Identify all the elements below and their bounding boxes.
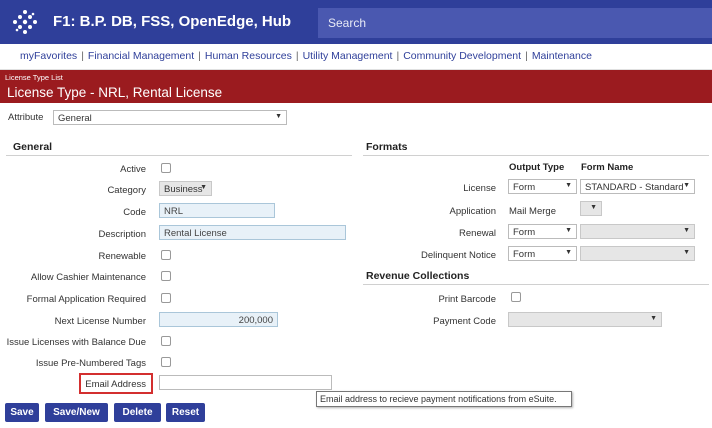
output-type-header: Output Type [509,162,565,173]
chevron-down-icon: ▼ [200,184,207,191]
issue-pre-numbered-tags-checkbox[interactable] [161,357,171,367]
email-address-input[interactable] [159,375,332,390]
renewable-label: Renewable [98,251,146,262]
renewal-form-name-select[interactable]: ▼ [580,224,695,239]
general-heading: General [13,141,53,153]
email-address-label: Email Address [85,379,146,390]
delinquent-form-name-select[interactable]: ▼ [580,246,695,261]
license-form-name-select[interactable]: STANDARD - Standard ▼ [580,179,695,194]
attribute-select[interactable]: General ▼ [53,110,287,125]
chevron-down-icon: ▼ [683,182,690,189]
chevron-down-icon: ▼ [683,227,690,234]
delete-button[interactable]: Delete [114,403,161,422]
renewable-checkbox[interactable] [161,250,171,260]
description-label: Description [98,229,146,240]
page-title: License Type - NRL, Rental License [7,85,223,100]
app-title: F1: B.P. DB, FSS, OpenEdge, Hub [53,13,292,30]
active-label: Active [120,164,146,175]
nav-item-community-development[interactable]: Community Development [403,50,521,62]
delinquent-output-type-value: Form [513,249,536,260]
license-output-type-value: Form [513,182,536,193]
issue-balance-due-checkbox[interactable] [161,336,171,346]
nav-separator: | [295,50,299,62]
form-name-header: Form Name [581,162,634,173]
nav-item-utility-management[interactable]: Utility Management [303,50,393,62]
delinquent-output-type-select[interactable]: Form ▼ [508,246,577,261]
top-header: F1: B.P. DB, FSS, OpenEdge, Hub Search [0,0,712,44]
nav-separator: | [198,50,201,62]
application-format-label: Application [449,206,496,217]
save-new-button[interactable]: Save/New [45,403,108,422]
breadcrumb[interactable]: License Type List [5,73,63,82]
nav-separator: | [81,50,84,62]
chevron-down-icon: ▼ [683,249,690,256]
nav-separator: | [525,50,528,62]
license-form-name-value: STANDARD - Standard [585,182,684,193]
category-select[interactable]: Business ▼ [159,181,212,196]
print-barcode-checkbox[interactable] [511,292,521,302]
next-license-number-input[interactable]: 200,000 [159,312,278,327]
code-input[interactable]: NRL [159,203,275,218]
chevron-down-icon: ▼ [565,182,572,189]
category-label: Category [107,185,146,196]
issue-balance-due-label: Issue Licenses with Balance Due [6,337,146,348]
payment-code-label: Payment Code [433,316,496,327]
category-select-value: Business [164,184,203,195]
active-checkbox[interactable] [161,163,171,173]
next-license-number-label: Next License Number [54,316,146,327]
chevron-down-icon: ▼ [565,227,572,234]
payment-code-select[interactable]: ▼ [508,312,662,327]
chevron-down-icon: ▼ [590,204,597,211]
save-button[interactable]: Save [5,403,39,422]
application-output-type-value: Mail Merge [509,206,556,217]
revenue-divider [363,284,709,285]
search-input[interactable]: Search [318,8,712,38]
allow-cashier-maintenance-label: Allow Cashier Maintenance [30,272,146,283]
delinquent-notice-label: Delinquent Notice [421,250,496,261]
attribute-label: Attribute [8,112,44,123]
print-barcode-label: Print Barcode [438,294,496,305]
general-divider [6,155,352,156]
nav-item-maintenance[interactable]: Maintenance [532,50,592,62]
chevron-down-icon: ▼ [650,315,657,322]
formal-application-required-checkbox[interactable] [161,293,171,303]
attribute-select-value: General [58,113,92,124]
formal-application-required-label: Formal Application Required [26,294,146,305]
nav-item-myfavorites[interactable]: myFavorites [20,50,77,62]
nav-separator: | [396,50,400,62]
chevron-down-icon: ▼ [275,113,282,120]
nav-item-financial-management[interactable]: Financial Management [88,50,194,62]
renewal-format-label: Renewal [459,228,496,239]
reset-button[interactable]: Reset [166,403,205,422]
issue-pre-numbered-tags-label: Issue Pre-Numbered Tags [35,358,146,369]
description-input[interactable]: Rental License [159,225,346,240]
license-output-type-select[interactable]: Form ▼ [508,179,577,194]
chevron-down-icon: ▼ [565,249,572,256]
application-form-name-select[interactable]: ▼ [580,201,602,216]
main-nav: myFavorites | Financial Management | Human R… [0,44,712,70]
diamond-dots-logo-icon[interactable] [12,9,38,35]
license-format-label: License [463,183,496,194]
formats-heading: Formats [366,141,408,153]
email-tooltip: Email address to recieve payment notific… [316,391,572,407]
code-label: Code [123,207,146,218]
title-bar: License Type List License Type - NRL, Re… [0,70,712,103]
renewal-output-type-select[interactable]: Form ▼ [508,224,577,239]
nav-item-human-resources[interactable]: Human Resources [205,50,292,62]
formats-divider [363,155,709,156]
revenue-collections-heading: Revenue Collections [366,270,470,282]
renewal-output-type-value: Form [513,227,536,238]
allow-cashier-maintenance-checkbox[interactable] [161,271,171,281]
